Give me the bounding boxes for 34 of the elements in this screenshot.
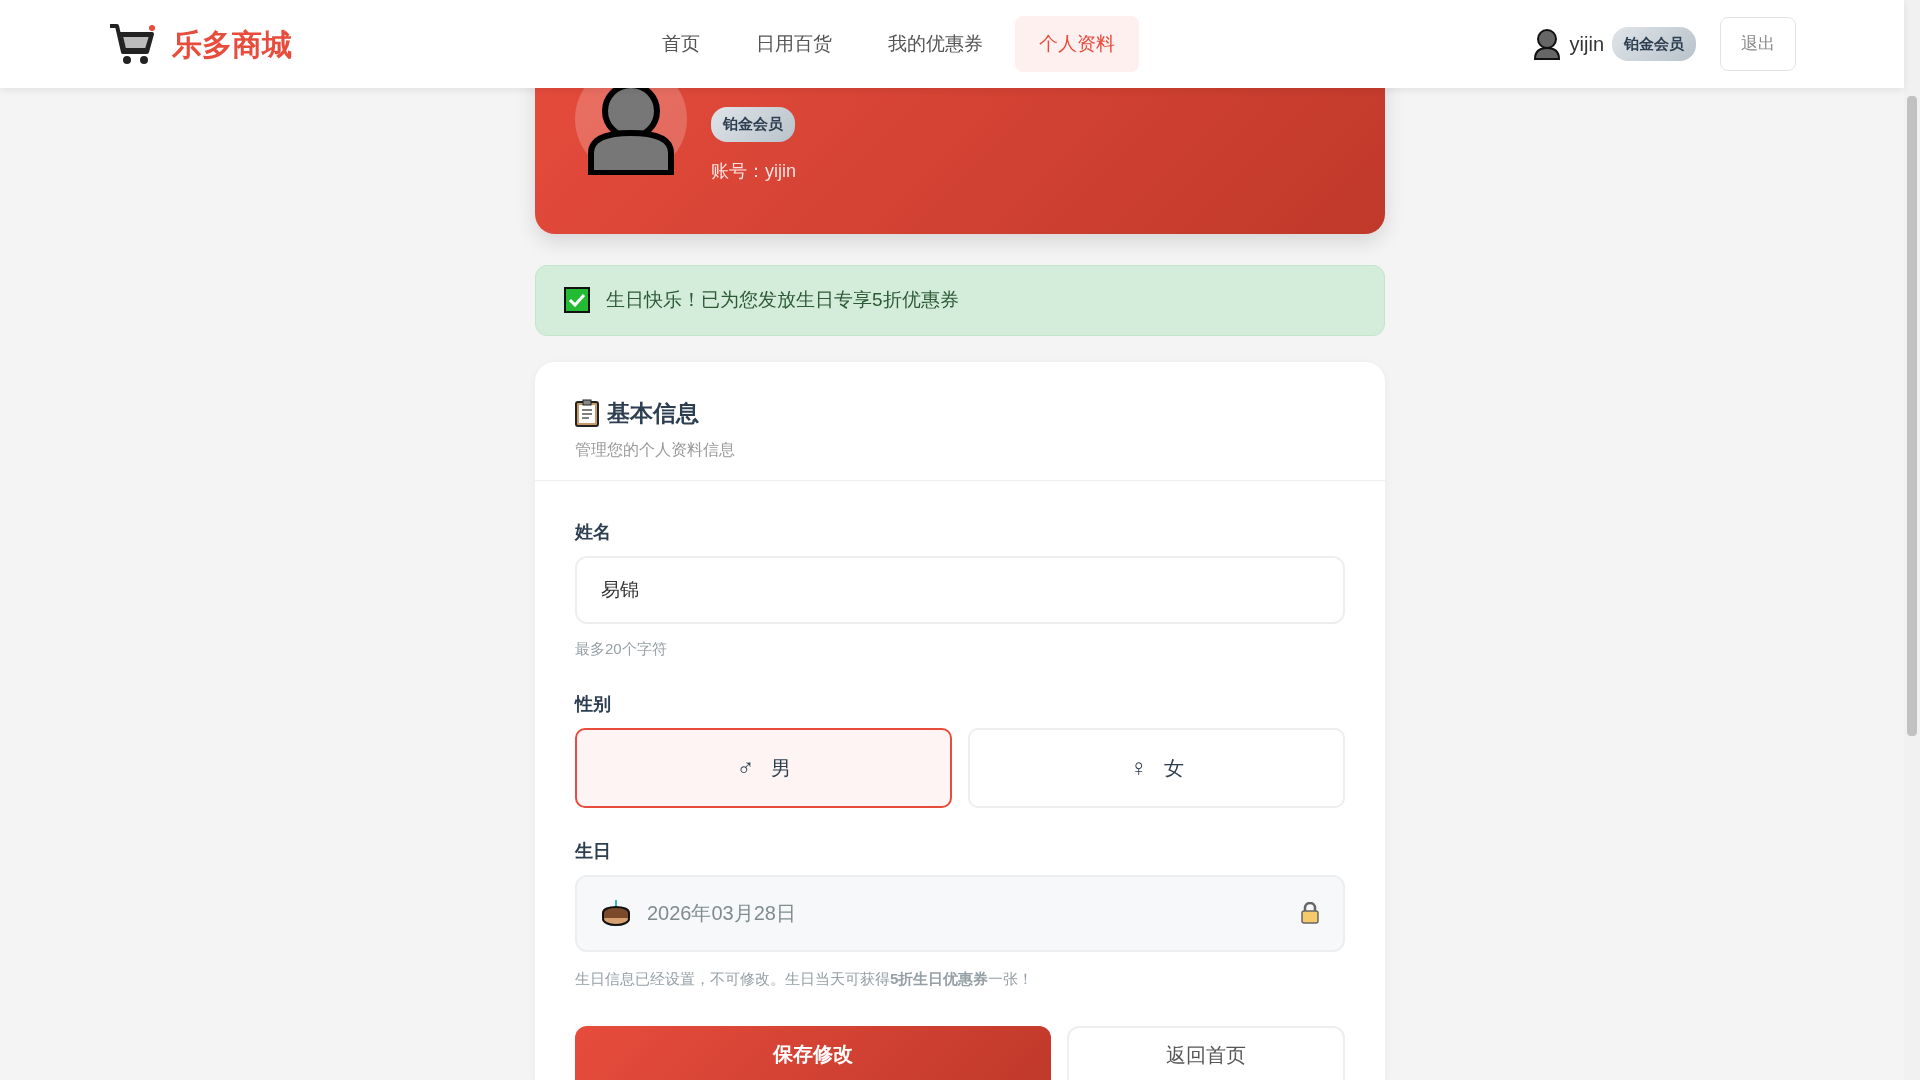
user-avatar-icon xyxy=(1531,28,1562,60)
field-label: 生日 xyxy=(575,839,612,863)
cake-icon xyxy=(601,899,631,927)
logout-button[interactable]: 退出 xyxy=(1720,17,1796,71)
gender-sign-icon: ♀ xyxy=(1129,749,1148,786)
field-label: 姓名 xyxy=(575,521,612,544)
field-label: 性别 xyxy=(575,692,612,716)
field-hint: 最多20个字符 xyxy=(575,639,668,659)
save-button[interactable]: 保存修改 xyxy=(575,1026,1051,1080)
gender-sign-icon: ♂ xyxy=(736,749,755,786)
gender-label: 女 xyxy=(1163,755,1184,781)
nav-link[interactable]: 我的优惠券 xyxy=(864,15,1007,73)
store-logo-text[interactable]: 乐多商城 xyxy=(172,21,292,67)
username: yijin xyxy=(1569,32,1604,57)
section-title: 基本信息 xyxy=(607,398,699,428)
birthday-note: 生日信息已经设置，不可修改。生日当天可获得5折生日优惠券一张！ xyxy=(575,968,1035,989)
gender-label: 男 xyxy=(770,755,791,781)
alert-message: 生日快乐！已为您发放生日专享5折优惠券 xyxy=(606,288,959,312)
birthday-value: 2026年03月28日 xyxy=(647,901,797,926)
shopping-cart-icon xyxy=(108,22,156,66)
gender-option[interactable]: ♂ 男 xyxy=(575,727,952,808)
back-home-button[interactable]: 返回首页 xyxy=(1067,1026,1345,1080)
membership-tag: 铂金会员 xyxy=(1612,26,1696,62)
clipboard-icon xyxy=(575,398,599,427)
name-input-field[interactable]: 易锦 xyxy=(575,556,1345,624)
section-subtitle: 管理您的个人资料信息 xyxy=(575,440,736,460)
nav-link[interactable]: 日用百货 xyxy=(732,15,856,73)
nav-link[interactable]: 个人资料 xyxy=(1015,15,1139,73)
lock-icon xyxy=(1301,902,1319,924)
check-mark-icon xyxy=(564,287,590,314)
gender-option[interactable]: ♀ 女 xyxy=(968,727,1345,808)
membership-tag: 铂金会员 xyxy=(711,107,795,142)
nav-link[interactable]: 首页 xyxy=(638,15,724,73)
account-text: 账号：yijin xyxy=(711,159,796,183)
